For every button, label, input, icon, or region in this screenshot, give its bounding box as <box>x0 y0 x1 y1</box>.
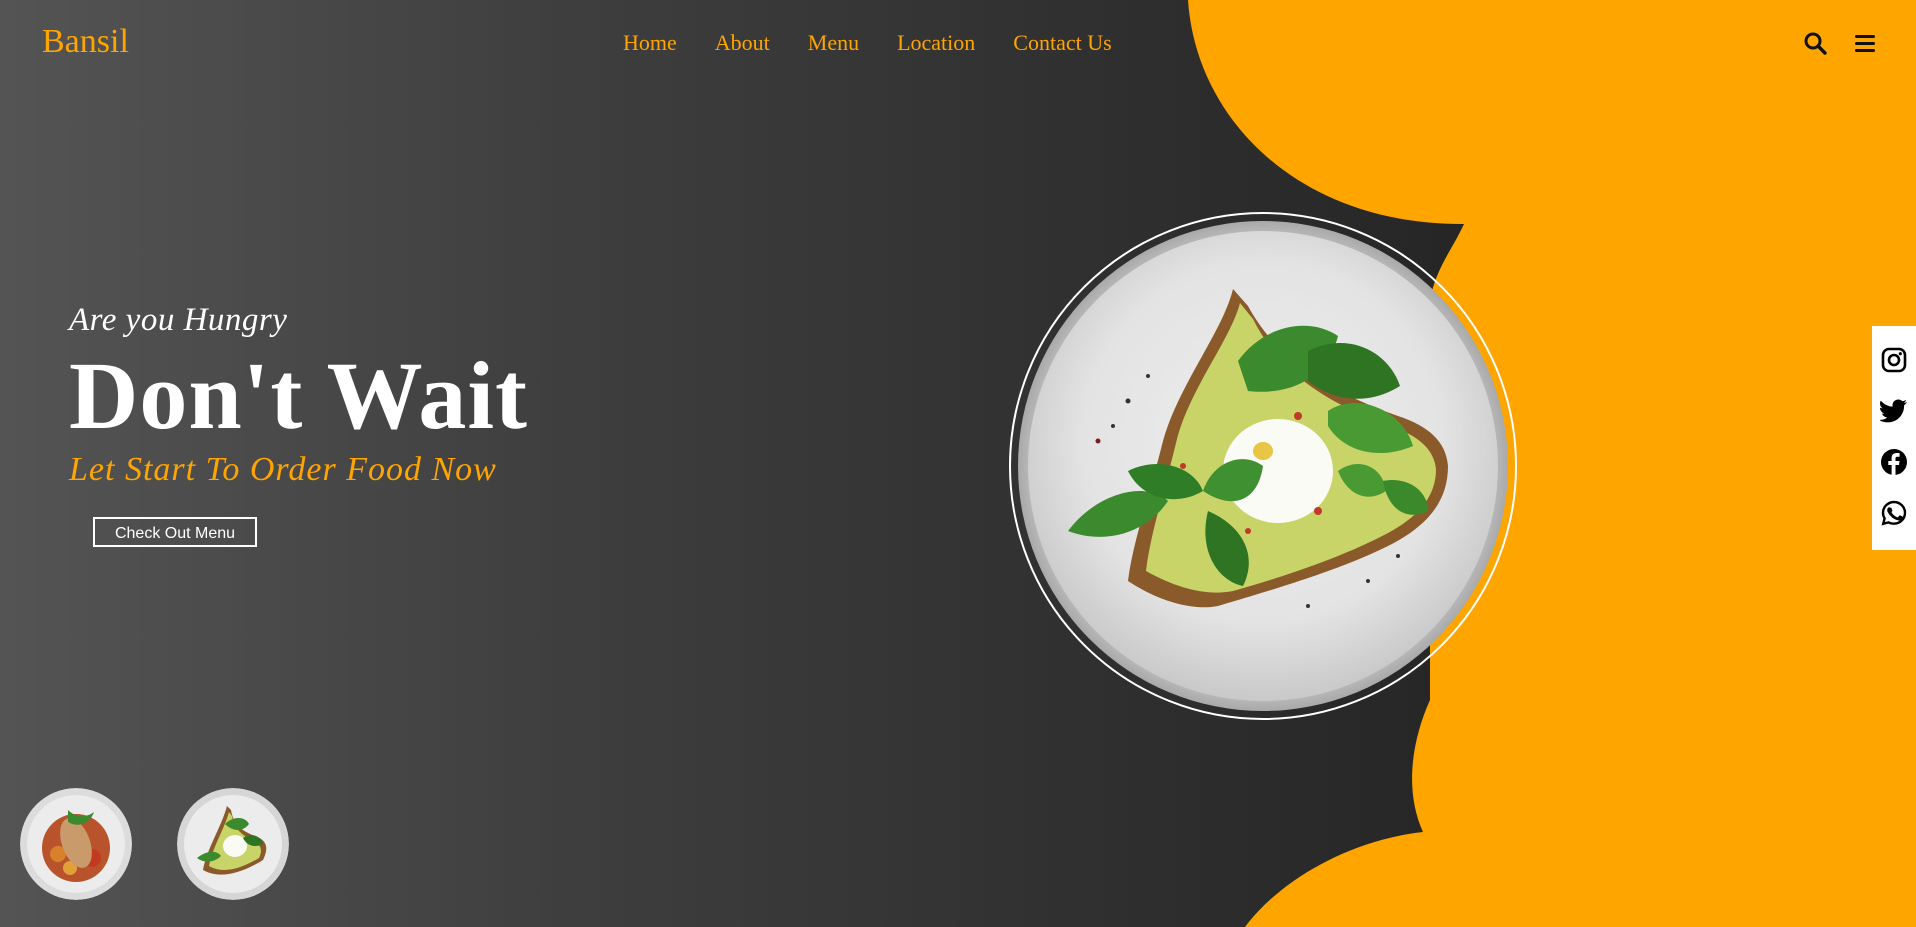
landing-page: Bansil Home About Menu Location Contact … <box>0 0 1916 927</box>
hero-headline: Don't Wait <box>69 342 528 449</box>
hero-subtitle: Are you Hungry <box>69 302 288 338</box>
check-out-menu-button[interactable]: Check Out Menu <box>93 517 257 547</box>
brand-logo[interactable]: Bansil <box>42 22 129 62</box>
hero-tagline: Let Start To Order Food Now <box>69 451 497 488</box>
nav-link-menu[interactable]: Menu <box>808 28 859 58</box>
search-icon[interactable] <box>1802 30 1828 56</box>
instagram-icon[interactable] <box>1880 346 1908 374</box>
hero-food-image <box>1008 211 1518 721</box>
menu-icon[interactable] <box>1852 30 1878 56</box>
nav-link-about[interactable]: About <box>715 28 770 58</box>
twitter-icon[interactable] <box>1880 397 1908 425</box>
nav-link-contact[interactable]: Contact Us <box>1013 28 1111 58</box>
thumbnail-chicken-plate[interactable] <box>20 788 132 900</box>
nav-links: Home About Menu Location Contact Us <box>623 28 1150 58</box>
social-sidebar <box>1872 326 1916 550</box>
navbar: Bansil Home About Menu Location Contact … <box>0 0 1916 86</box>
nav-link-home[interactable]: Home <box>623 28 677 58</box>
nav-link-location[interactable]: Location <box>897 28 975 58</box>
whatsapp-icon[interactable] <box>1880 499 1908 527</box>
thumbnail-avocado-toast[interactable] <box>177 788 289 900</box>
nav-icons <box>1802 30 1878 56</box>
hero-text-block: Are you Hungry Don't Wait Let Start To O… <box>69 298 689 492</box>
facebook-icon[interactable] <box>1880 448 1908 476</box>
